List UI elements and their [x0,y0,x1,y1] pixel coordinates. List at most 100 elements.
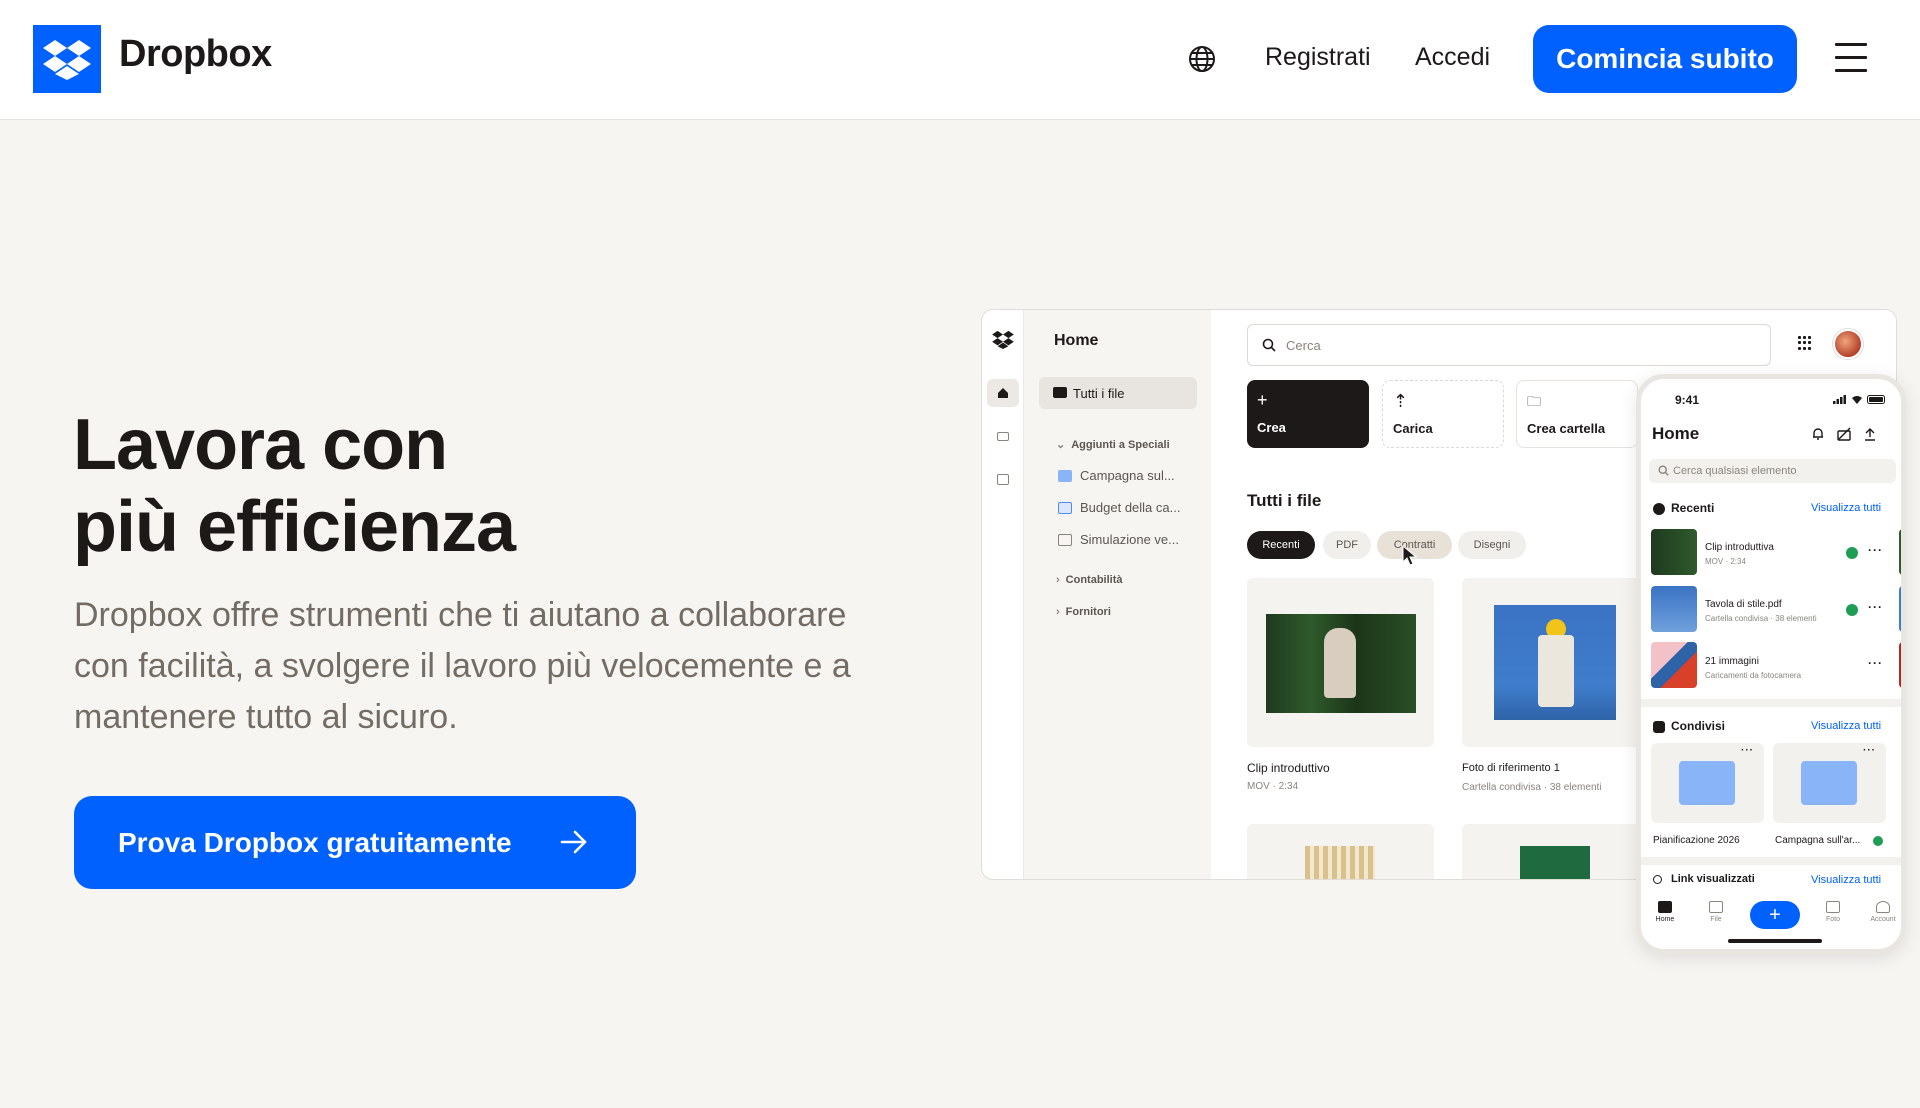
more-options-icon[interactable]: ··· [1741,745,1754,756]
file-card[interactable] [1247,824,1434,879]
sidebar-item-all-files[interactable]: Tutti i file [1039,377,1197,409]
folder-icon [1053,387,1067,398]
link-icon [1653,875,1662,884]
search-input[interactable]: Cerca [1247,324,1771,366]
more-options-icon[interactable]: ··· [1868,543,1883,557]
search-placeholder: Cerca [1286,337,1321,353]
recent-item-thumbnail [1899,529,1901,575]
synced-check-icon [1846,547,1858,559]
new-folder-icon: 🗀 [1527,393,1541,409]
apps-grid-icon[interactable] [1798,336,1812,350]
more-options-icon[interactable]: ··· [1868,656,1883,670]
hero-title-line1: Lavora con [73,405,448,485]
filter-chip-pdf[interactable]: PDF [1323,531,1371,559]
view-all-shared-link[interactable]: Visualizza tutti [1811,720,1881,732]
shared-folder-card[interactable]: ··· [1651,743,1764,823]
sidebar-item-starred[interactable]: Simulazione ve... [1058,532,1179,547]
tab-account[interactable]: Account [1863,901,1901,923]
upload-icon: ⇡ [1393,391,1409,411]
signal-icon [1833,395,1846,404]
filter-chip-drawings[interactable]: Disegni [1458,531,1526,559]
sidebar-item-label: Tutti i file [1073,385,1125,401]
people-icon [1653,721,1665,733]
tab-files[interactable]: File [1696,901,1736,923]
sidebar-section-accounting[interactable]: › Contabilità [1056,574,1123,586]
synced-check-icon [1873,836,1883,846]
filter-chip-recent[interactable]: Recenti [1247,531,1315,559]
tab-home[interactable]: Home [1645,901,1685,923]
recent-section-title: Recenti [1653,501,1714,515]
recent-item-meta: MOV · 2:34 [1705,557,1746,566]
recent-item-meta: Caricamenti da fotocamera [1705,671,1802,680]
shared-folder-name: Pianificazione 2026 [1653,835,1740,846]
brand-name[interactable]: Dropbox [119,33,272,76]
shared-folder-icon [1801,761,1857,805]
phone-search-placeholder: Cerca qualsiasi elemento [1673,465,1797,477]
site-header: Dropbox Registrati Accedi Comincia subit… [0,0,1920,120]
folder-icon[interactable] [997,432,1009,441]
upload-button[interactable]: ⇡ Carica [1382,380,1504,448]
try-free-label: Prova Dropbox gratuitamente [118,826,512,858]
camera-off-icon[interactable] [1837,427,1851,441]
tab-photos[interactable]: Foto [1813,901,1853,923]
recent-item-thumbnail [1651,586,1697,632]
more-options-icon[interactable]: ··· [1863,745,1876,756]
home-icon[interactable] [987,379,1019,407]
document-icon [1058,534,1072,546]
bell-icon[interactable] [1811,427,1825,441]
recent-item-meta: Cartella condivisa · 38 elementi [1705,614,1817,623]
section-divider [1641,699,1901,707]
clock-icon [1653,503,1665,515]
mobile-app-preview: 9:41 Home Cerca qualsiasi elemento Recen… [1636,374,1906,954]
sidebar: Home Tutti i file ⌄ Aggiunti a Speciali C… [1024,310,1211,879]
recent-item-name[interactable]: Clip introduttiva [1705,542,1774,553]
plus-icon: + [1257,390,1268,410]
icon-rail [982,310,1024,879]
hero-title: Lavora con più efficienza [73,404,516,568]
sidebar-item-starred[interactable]: Campagna sul... [1058,468,1175,483]
phone-search-input[interactable]: Cerca qualsiasi elemento [1649,459,1896,483]
photo-thumbnail [1494,605,1616,720]
file-card[interactable] [1462,824,1649,879]
recent-item-thumbnail [1899,642,1901,688]
recent-item-name[interactable]: Tavola di stile.pdf [1705,599,1782,610]
file-meta: Cartella condivisa · 38 elementi [1462,782,1602,793]
search-icon [1262,338,1276,352]
upload-icon[interactable] [1863,427,1877,441]
recent-item-thumbnail [1651,642,1697,688]
register-link[interactable]: Registrati [1265,43,1371,72]
add-button[interactable]: + [1750,901,1800,929]
shared-folder-card[interactable]: ··· [1773,743,1886,823]
dropbox-logo-icon [992,330,1014,349]
menu-icon[interactable] [1835,43,1867,73]
sidebar-section-starred[interactable]: ⌄ Aggiunti a Speciali [1056,438,1170,451]
globe-icon[interactable] [1187,44,1217,74]
view-all-links-link[interactable]: Visualizza tutti [1811,874,1881,886]
shared-folder-name: Campagna sull'ar... [1775,835,1861,846]
sidebar-section-suppliers[interactable]: › Fornitori [1056,606,1111,618]
mouse-cursor-icon [1402,545,1418,566]
viewed-links-section-title: Link visualizzati [1653,873,1755,885]
search-icon [1658,465,1669,476]
recent-item-name[interactable]: 21 immagini [1705,656,1759,667]
new-folder-button[interactable]: 🗀 Crea cartella [1516,380,1638,448]
start-now-button[interactable]: Comincia subito [1533,25,1797,93]
document-icon[interactable] [997,474,1009,485]
file-card[interactable] [1247,578,1434,747]
try-free-button[interactable]: Prova Dropbox gratuitamente [74,796,636,889]
section-divider [1641,857,1901,865]
phone-toolbar [1811,427,1877,441]
avatar[interactable] [1833,329,1863,359]
view-all-recent-link[interactable]: Visualizza tutti [1811,502,1881,514]
create-button[interactable]: + Crea [1247,380,1369,448]
more-options-icon[interactable]: ··· [1868,600,1883,614]
wifi-icon [1852,396,1862,404]
sidebar-item-starred[interactable]: Budget della ca... [1058,500,1180,515]
recent-item-thumbnail [1651,529,1697,575]
dropbox-logo-icon[interactable] [33,25,101,93]
file-card[interactable] [1462,578,1649,747]
files-title: Tutti i file [1247,491,1322,510]
home-indicator [1728,939,1822,943]
hero-title-line2: più efficienza [73,487,516,567]
login-link[interactable]: Accedi [1415,43,1490,72]
